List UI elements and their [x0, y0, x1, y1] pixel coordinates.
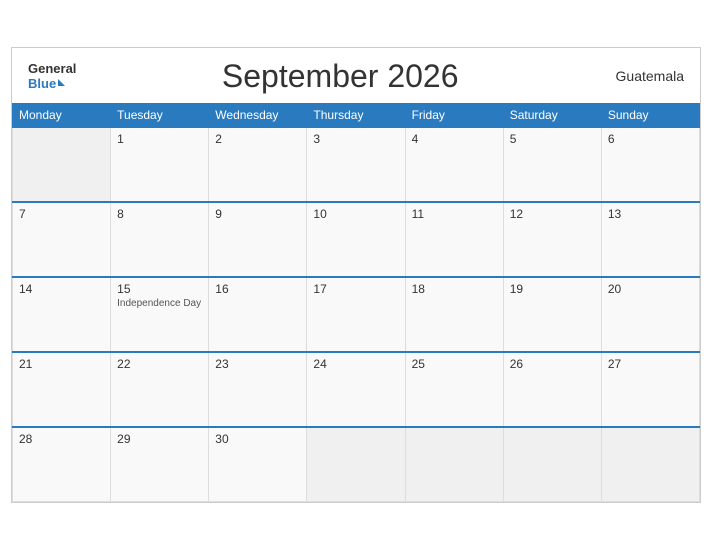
- day-number: 28: [19, 432, 104, 446]
- day-number: 23: [215, 357, 300, 371]
- calendar-cell: 18: [405, 277, 503, 352]
- days-header-row: MondayTuesdayWednesdayThursdayFridaySatu…: [13, 103, 700, 127]
- day-number: 4: [412, 132, 497, 146]
- calendar-cell: 19: [503, 277, 601, 352]
- calendar-cell: 27: [601, 352, 699, 427]
- day-number: 24: [313, 357, 398, 371]
- day-number: 1: [117, 132, 202, 146]
- calendar-cell: 15 Independence Day: [111, 277, 209, 352]
- calendar-title: September 2026: [76, 58, 604, 95]
- country-label: Guatemala: [604, 68, 684, 84]
- calendar-cell: 21: [13, 352, 111, 427]
- day-number: 12: [510, 207, 595, 221]
- day-number: 30: [215, 432, 300, 446]
- logo-triangle-icon: [58, 79, 65, 86]
- day-number: 16: [215, 282, 300, 296]
- calendar-cell: 7: [13, 202, 111, 277]
- day-number: 22: [117, 357, 202, 371]
- week-row-1: 123456: [13, 127, 700, 202]
- day-number: 25: [412, 357, 497, 371]
- calendar-cell: 16: [209, 277, 307, 352]
- calendar-cell: [503, 427, 601, 502]
- day-number: 6: [608, 132, 693, 146]
- calendar-cell: 25: [405, 352, 503, 427]
- calendar-cell: 1: [111, 127, 209, 202]
- calendar-cell: 3: [307, 127, 405, 202]
- day-number: 13: [608, 207, 693, 221]
- calendar-cell: 10: [307, 202, 405, 277]
- calendar-container: General Blue September 2026 Guatemala Mo…: [11, 47, 701, 504]
- calendar-cell: [13, 127, 111, 202]
- calendar-cell: 14: [13, 277, 111, 352]
- calendar-cell: 9: [209, 202, 307, 277]
- calendar-header: General Blue September 2026 Guatemala: [12, 48, 700, 103]
- day-number: 18: [412, 282, 497, 296]
- day-header-wednesday: Wednesday: [209, 103, 307, 127]
- week-row-4: 21 22 23 24 25 26 27: [13, 352, 700, 427]
- day-header-monday: Monday: [13, 103, 111, 127]
- calendar-cell: 6: [601, 127, 699, 202]
- logo-blue-area: Blue: [28, 76, 65, 91]
- day-number: 20: [608, 282, 693, 296]
- calendar-cell: 28: [13, 427, 111, 502]
- calendar-cell: 26: [503, 352, 601, 427]
- day-number: 15: [117, 282, 202, 296]
- day-number: 2: [215, 132, 300, 146]
- calendar-cell: 13: [601, 202, 699, 277]
- calendar-cell: 8: [111, 202, 209, 277]
- day-header-tuesday: Tuesday: [111, 103, 209, 127]
- calendar-cell: 23: [209, 352, 307, 427]
- calendar-cell: 5: [503, 127, 601, 202]
- day-number: 29: [117, 432, 202, 446]
- calendar-cell: [307, 427, 405, 502]
- calendar-cell: 11: [405, 202, 503, 277]
- calendar-grid: MondayTuesdayWednesdayThursdayFridaySatu…: [12, 103, 700, 503]
- day-number: 26: [510, 357, 595, 371]
- calendar-cell: [405, 427, 503, 502]
- calendar-cell: 30: [209, 427, 307, 502]
- day-number: 27: [608, 357, 693, 371]
- calendar-cell: 20: [601, 277, 699, 352]
- calendar-cell: 17: [307, 277, 405, 352]
- calendar-cell: 12: [503, 202, 601, 277]
- day-header-thursday: Thursday: [307, 103, 405, 127]
- day-number: 5: [510, 132, 595, 146]
- day-number: 8: [117, 207, 202, 221]
- day-number: 21: [19, 357, 104, 371]
- day-header-saturday: Saturday: [503, 103, 601, 127]
- calendar-cell: 4: [405, 127, 503, 202]
- day-number: 19: [510, 282, 595, 296]
- day-number: 11: [412, 207, 497, 221]
- calendar-cell: [601, 427, 699, 502]
- calendar-cell: 24: [307, 352, 405, 427]
- day-number: 7: [19, 207, 104, 221]
- week-row-3: 14 15 Independence Day 16 17 18 19 20: [13, 277, 700, 352]
- day-header-friday: Friday: [405, 103, 503, 127]
- calendar-cell: 2: [209, 127, 307, 202]
- logo-general-text: General: [28, 61, 76, 76]
- day-event: Independence Day: [117, 298, 202, 309]
- day-number: 17: [313, 282, 398, 296]
- logo-blue-text: Blue: [28, 76, 56, 91]
- logo-area: General Blue: [28, 61, 76, 91]
- week-row-2: 789 10 11 12 13: [13, 202, 700, 277]
- day-number: 9: [215, 207, 300, 221]
- day-number: 3: [313, 132, 398, 146]
- calendar-cell: 29: [111, 427, 209, 502]
- day-number: 10: [313, 207, 398, 221]
- day-number: 14: [19, 282, 104, 296]
- day-header-sunday: Sunday: [601, 103, 699, 127]
- week-row-5: 28 29 30: [13, 427, 700, 502]
- calendar-cell: 22: [111, 352, 209, 427]
